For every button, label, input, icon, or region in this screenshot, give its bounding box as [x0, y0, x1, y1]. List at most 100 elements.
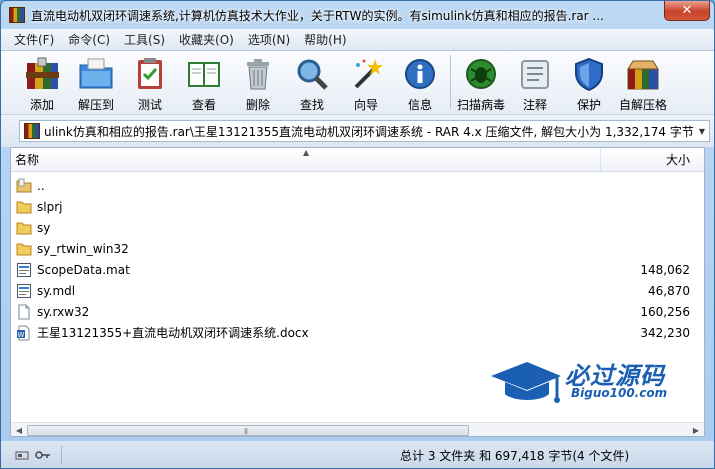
winrar-app-icon [9, 7, 25, 23]
scan-virus-button[interactable]: 扫描病毒 [454, 51, 508, 113]
shield-icon [570, 55, 608, 93]
file-rows: .. slprj sy sy_rtwin_win32 ScopeData.mat [11, 175, 704, 343]
comment-button[interactable]: 注释 [508, 51, 562, 113]
menu-favorites[interactable]: 收藏夹(O) [172, 31, 241, 48]
comment-icon [516, 55, 554, 93]
magnifier-icon [293, 55, 331, 93]
address-bar: ulink仿真和相应的报告.rar\王星13121355直流电动机双闭环调速系统… [1, 115, 714, 147]
menu-help[interactable]: 帮助(H) [297, 31, 353, 48]
horizontal-scrollbar[interactable]: ◀ ||| ▶ [11, 422, 704, 437]
file-name: sy_rtwin_win32 [37, 241, 129, 256]
file-name: sy.rxw32 [37, 304, 90, 319]
find-label: 查找 [299, 98, 324, 112]
file-size: 160,256 [640, 304, 690, 319]
menu-commands[interactable]: 命令(C) [61, 31, 117, 48]
test-clipboard-icon [131, 55, 169, 93]
file-name: slprj [37, 199, 63, 214]
file-row-sy-rtwin-win32[interactable]: sy_rtwin_win32 [11, 238, 704, 259]
archive-add-icon [23, 55, 61, 93]
virus-scan-icon [462, 55, 500, 93]
info-label: 信息 [407, 98, 432, 112]
info-button[interactable]: 信息 [393, 51, 447, 113]
status-summary: 总计 3 文件夹 和 697,418 字节(4 个文件) [400, 448, 630, 463]
file-row-docx[interactable]: W 王星13121355+直流电动机双闭环调速系统.docx 342,230 [11, 322, 704, 343]
parent-folder-icon [16, 178, 32, 194]
address-field[interactable]: ulink仿真和相应的报告.rar\王星13121355直流电动机双闭环调速系统… [19, 120, 710, 142]
menu-options[interactable]: 选项(N) [241, 31, 297, 48]
extract-to-label: 解压到 [77, 98, 114, 112]
column-size-label: 大小 [665, 153, 690, 167]
status-icons [1, 449, 61, 461]
file-row-scopedata[interactable]: ScopeData.mat 148,062 [11, 259, 704, 280]
info-icon [401, 55, 439, 93]
wizard-button[interactable]: 向导 [339, 51, 393, 113]
sfx-button[interactable]: 自解压格 [616, 51, 670, 113]
file-row-sy-rxw32[interactable]: sy.rxw32 160,256 [11, 301, 704, 322]
toolbar-separator [450, 55, 451, 109]
extract-to-button[interactable]: 解压到 [69, 51, 123, 113]
drive-icon[interactable] [15, 449, 29, 461]
file-name: .. [37, 178, 45, 193]
folder-icon [16, 220, 32, 236]
protect-label: 保护 [576, 98, 601, 112]
file-name: sy [37, 220, 51, 235]
view-button[interactable]: 查看 [177, 51, 231, 113]
scroll-track[interactable]: ||| [27, 424, 688, 437]
menu-tools[interactable]: 工具(S) [117, 31, 172, 48]
word-doc-icon: W [16, 325, 32, 341]
sort-up-icon: ▲ [303, 148, 310, 157]
watermark-logo: 必过源码 Biguo100.com [487, 356, 697, 411]
test-button[interactable]: 测试 [123, 51, 177, 113]
winrar-window: 直流电动机双闭环调速系统,计算机仿真技术大作业，关于RTW的实例。有simuli… [0, 0, 715, 469]
mat-file-icon [16, 262, 32, 278]
file-row-up[interactable]: .. [11, 175, 704, 196]
protect-button[interactable]: 保护 [562, 51, 616, 113]
grip-icon: ||| [244, 427, 248, 435]
sfx-label: 自解压格 [618, 98, 667, 112]
scan-virus-label: 扫描病毒 [456, 98, 505, 112]
chevron-down-icon[interactable]: ▼ [695, 121, 709, 141]
watermark-url: Biguo100.com [571, 386, 668, 400]
svg-text:W: W [18, 331, 25, 339]
delete-button[interactable]: 删除 [231, 51, 285, 113]
file-name: ScopeData.mat [37, 262, 130, 277]
graduation-cap-icon [491, 362, 561, 403]
scroll-thumb[interactable]: ||| [27, 424, 469, 436]
file-size: 46,870 [648, 283, 690, 298]
column-header: 名称 ▲ 大小 [11, 148, 704, 172]
add-button[interactable]: 添加 [15, 51, 69, 113]
find-button[interactable]: 查找 [285, 51, 339, 113]
menu-file[interactable]: 文件(F) [7, 31, 61, 48]
key-icon[interactable] [35, 449, 51, 461]
view-book-icon [185, 55, 223, 93]
add-label: 添加 [29, 98, 54, 112]
extract-folder-icon [77, 55, 115, 93]
scroll-right-icon[interactable]: ▶ [688, 423, 704, 436]
close-button[interactable]: ✕ [664, 1, 710, 21]
menu-bar: 文件(F) 命令(C) 工具(S) 收藏夹(O) 选项(N) 帮助(H) [1, 29, 714, 51]
wizard-label: 向导 [353, 98, 378, 112]
window-title: 直流电动机双闭环调速系统,计算机仿真技术大作业，关于RTW的实例。有simuli… [31, 8, 604, 23]
file-size: 148,062 [640, 262, 690, 277]
trash-icon [239, 55, 277, 93]
scroll-left-icon[interactable]: ◀ [11, 423, 27, 436]
view-label: 查看 [191, 98, 216, 112]
comment-label: 注释 [522, 98, 547, 112]
wizard-wand-icon [347, 55, 385, 93]
folder-icon [16, 199, 32, 215]
toolbar: 添加 解压到 测试 查看 删除 查找 向导 信息 扫描病毒 注释 保护 自解压格 [1, 51, 714, 115]
column-size-header[interactable]: 大小 [601, 148, 704, 172]
blank-file-icon [16, 304, 32, 320]
file-row-slprj[interactable]: slprj [11, 196, 704, 217]
file-name: 王星13121355+直流电动机双闭环调速系统.docx [37, 326, 309, 340]
column-name-label: 名称 [15, 153, 40, 167]
status-bar: 总计 3 文件夹 和 697,418 字节(4 个文件) [1, 441, 714, 468]
file-row-sy[interactable]: sy [11, 217, 704, 238]
mdl-file-icon [16, 283, 32, 299]
file-size: 342,230 [640, 325, 690, 340]
file-row-sy-mdl[interactable]: sy.mdl 46,870 [11, 280, 704, 301]
column-name-header[interactable]: 名称 ▲ [11, 148, 601, 172]
title-bar[interactable]: 直流电动机双闭环调速系统,计算机仿真技术大作业，关于RTW的实例。有simuli… [1, 1, 714, 29]
file-name: sy.mdl [37, 283, 76, 298]
delete-label: 删除 [245, 98, 270, 112]
